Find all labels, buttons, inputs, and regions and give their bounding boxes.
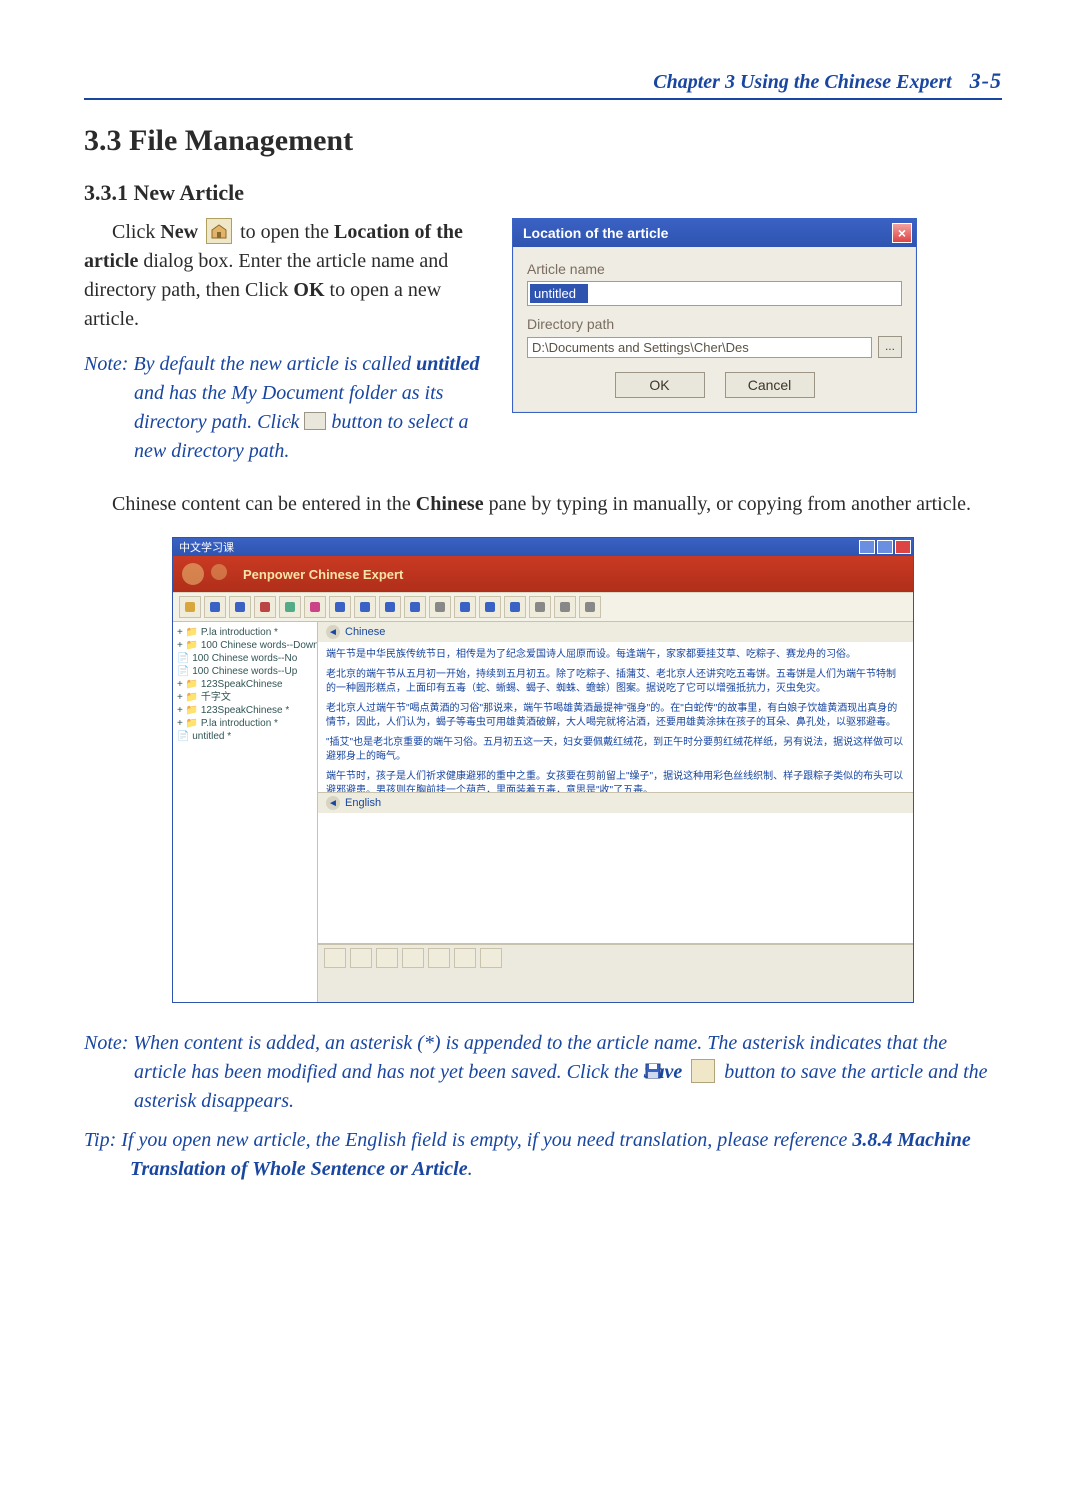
running-header: Chapter 3 Using the Chinese Expert 3-5 [84, 68, 1002, 100]
toolbar-button[interactable] [304, 596, 326, 618]
english-pane-body[interactable] [318, 813, 913, 943]
collapse-icon[interactable]: ◄ [326, 625, 340, 639]
toolbar-button[interactable] [429, 596, 451, 618]
toolbar-button[interactable] [204, 596, 226, 618]
ok-button[interactable]: OK [615, 372, 705, 398]
new-icon [206, 218, 232, 244]
chinese-paragraph: 老北京人过端午节"喝点黄酒的习俗"那说来，端午节喝雄黄酒最提神"强身"的。在"白… [326, 702, 905, 731]
chinese-pane-header[interactable]: ◄ Chinese [318, 622, 913, 642]
close-icon[interactable] [895, 540, 911, 554]
app-statusbar [318, 944, 913, 971]
app-title: 中文学习课 [179, 539, 234, 555]
save-icon [691, 1059, 715, 1083]
toolbar-button[interactable] [579, 596, 601, 618]
location-dialog: Location of the article × Article name u… [512, 218, 917, 413]
chinese-paragraph: 端午节时，孩子是人们祈求健康避邪的重中之重。女孩要在剪前留上"缲子"，据说这种用… [326, 770, 905, 793]
collapse-icon[interactable]: ◄ [326, 796, 340, 810]
tip-translation: Tip: If you open new article, the Englis… [84, 1126, 1002, 1184]
app-banner: Penpower Chinese Expert [173, 556, 913, 592]
status-button[interactable] [454, 948, 476, 968]
toolbar-button[interactable] [179, 596, 201, 618]
subsection-heading: 3.3.1 New Article [84, 180, 1002, 206]
toolbar-button[interactable] [254, 596, 276, 618]
paragraph-chinese-pane: Chinese content can be entered in the Ch… [84, 490, 1002, 519]
label-article-name: Article name [527, 261, 902, 277]
note-asterisk: Note: When content is added, an asterisk… [84, 1029, 1002, 1116]
toolbar-button[interactable] [504, 596, 526, 618]
tree-item[interactable]: + 📁 P.la introduction * [177, 626, 313, 639]
article-tree[interactable]: + 📁 P.la introduction *+ 📁 100 Chinese w… [173, 622, 318, 1002]
toolbar-button[interactable] [529, 596, 551, 618]
status-button[interactable] [376, 948, 398, 968]
tree-item[interactable]: + 📁 千字文 [177, 691, 313, 704]
directory-path-field[interactable] [527, 337, 872, 358]
tree-item[interactable]: 📄 untitled * [177, 730, 313, 743]
section-heading: 3.3 File Management [84, 124, 1002, 158]
tree-item[interactable]: + 📁 123SpeakChinese * [177, 704, 313, 717]
status-button[interactable] [402, 948, 424, 968]
tree-item[interactable]: + 📁 P.la introduction * [177, 717, 313, 730]
label-directory-path: Directory path [527, 316, 902, 332]
chinese-paragraph: 端午节是中华民族传统节日，相传是为了纪念爱国诗人屈原而设。每逢端午，家家都要挂艾… [326, 648, 905, 663]
toolbar-button[interactable] [379, 596, 401, 618]
status-button[interactable] [324, 948, 346, 968]
status-button[interactable] [428, 948, 450, 968]
paragraph-new-article: Click New to open the Location of the ar… [84, 218, 484, 334]
english-pane-header[interactable]: ◄ English [318, 793, 913, 813]
minimize-icon[interactable] [859, 540, 875, 554]
chinese-paragraph: "插艾"也是老北京重要的端午习俗。五月初五这一天，妇女要佩戴红绒花，到正午时分要… [326, 736, 905, 765]
dialog-title: Location of the article [523, 225, 668, 241]
tree-item[interactable]: + 📁 100 Chinese words--Down [177, 639, 313, 652]
note-default-article: Note: By default the new article is call… [84, 350, 484, 466]
toolbar-button[interactable] [479, 596, 501, 618]
toolbar-button[interactable] [454, 596, 476, 618]
browse-button[interactable]: ... [878, 336, 902, 358]
toolbar-button[interactable] [354, 596, 376, 618]
tree-item[interactable]: 📄 100 Chinese words--No [177, 652, 313, 665]
chapter-title: Chapter 3 Using the Chinese Expert [653, 71, 951, 94]
app-toolbar [173, 592, 913, 622]
browse-icon: ... [304, 412, 326, 430]
banner-decoration-icon [179, 558, 233, 588]
status-button[interactable] [480, 948, 502, 968]
page-number: 3-5 [970, 68, 1002, 94]
tree-item[interactable]: + 📁 123SpeakChinese [177, 678, 313, 691]
toolbar-button[interactable] [279, 596, 301, 618]
app-window: 中文学习课 Penpower Chinese Expert + 📁 P.la i… [172, 537, 914, 1003]
maximize-icon[interactable] [877, 540, 893, 554]
toolbar-button[interactable] [404, 596, 426, 618]
toolbar-button[interactable] [229, 596, 251, 618]
tree-item[interactable]: 📄 100 Chinese words--Up [177, 665, 313, 678]
status-button[interactable] [350, 948, 372, 968]
close-icon[interactable]: × [892, 223, 912, 243]
article-name-field[interactable]: untitled [530, 284, 588, 303]
toolbar-button[interactable] [329, 596, 351, 618]
chinese-pane-body[interactable]: 端午节是中华民族传统节日，相传是为了纪念爱国诗人屈原而设。每逢端午，家家都要挂艾… [318, 642, 913, 792]
toolbar-button[interactable] [554, 596, 576, 618]
cancel-button[interactable]: Cancel [725, 372, 815, 398]
chinese-paragraph: 老北京的端午节从五月初一开始，持续到五月初五。除了吃粽子、插蒲艾、老北京人还讲究… [326, 668, 905, 697]
